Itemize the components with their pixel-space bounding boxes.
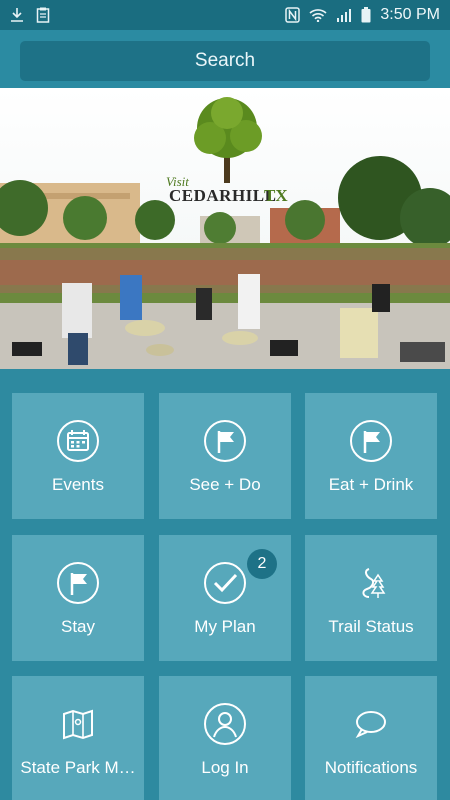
calendar-icon bbox=[56, 419, 100, 463]
download-icon bbox=[10, 7, 24, 23]
tile-label: Stay bbox=[60, 617, 96, 636]
tile-label: See + Do bbox=[189, 475, 261, 494]
chat-bubble-icon bbox=[349, 702, 393, 746]
tile-label: Eat + Drink bbox=[328, 475, 414, 494]
tile-state-park-map[interactable]: State Park M… bbox=[12, 676, 144, 800]
trail-icon bbox=[349, 561, 393, 605]
tile-label: Trail Status bbox=[328, 617, 414, 636]
battery-icon bbox=[361, 7, 371, 23]
tile-events[interactable]: Events bbox=[12, 393, 144, 519]
logo-name-text: CEDARHILL bbox=[169, 186, 277, 205]
search-label: Search bbox=[194, 50, 256, 71]
hero-image: Visit CEDARHILL TX bbox=[0, 88, 450, 369]
logo-suffix-text: TX bbox=[264, 186, 288, 205]
tile-stay[interactable]: Stay bbox=[12, 535, 144, 661]
flag-icon bbox=[56, 561, 100, 605]
tile-log-in[interactable]: Log In bbox=[159, 676, 291, 800]
tile-notifications[interactable]: Notifications bbox=[305, 676, 437, 800]
notification-badge: 2 bbox=[247, 549, 277, 579]
clipboard-icon bbox=[36, 7, 50, 23]
clock-time: 3:50 PM bbox=[380, 6, 440, 23]
tile-eat-drink[interactable]: Eat + Drink bbox=[305, 393, 437, 519]
status-bar: 3:50 PM bbox=[0, 0, 450, 30]
tile-label: State Park M… bbox=[20, 758, 136, 777]
signal-icon bbox=[336, 8, 352, 22]
menu-grid: Events See + Do Eat + Drink Stay 2 My Pl… bbox=[0, 369, 450, 800]
checkmark-icon bbox=[203, 561, 247, 605]
nfc-icon bbox=[285, 7, 301, 23]
tile-see-do[interactable]: See + Do bbox=[159, 393, 291, 519]
search-button[interactable]: Search bbox=[20, 41, 430, 81]
tile-label: Events bbox=[52, 475, 104, 494]
tile-my-plan[interactable]: 2 My Plan bbox=[159, 535, 291, 661]
flag-icon bbox=[349, 419, 393, 463]
tile-trail-status[interactable]: Trail Status bbox=[305, 535, 437, 661]
visit-cedar-hill-logo: Visit CEDARHILL TX bbox=[166, 174, 296, 214]
tile-label: Log In bbox=[201, 758, 249, 777]
user-icon bbox=[203, 702, 247, 746]
header: Search bbox=[0, 30, 450, 88]
tile-label: Notifications bbox=[324, 758, 418, 777]
flag-icon bbox=[203, 419, 247, 463]
map-icon bbox=[56, 702, 100, 746]
wifi-icon bbox=[309, 8, 327, 22]
tile-label: My Plan bbox=[194, 617, 256, 636]
